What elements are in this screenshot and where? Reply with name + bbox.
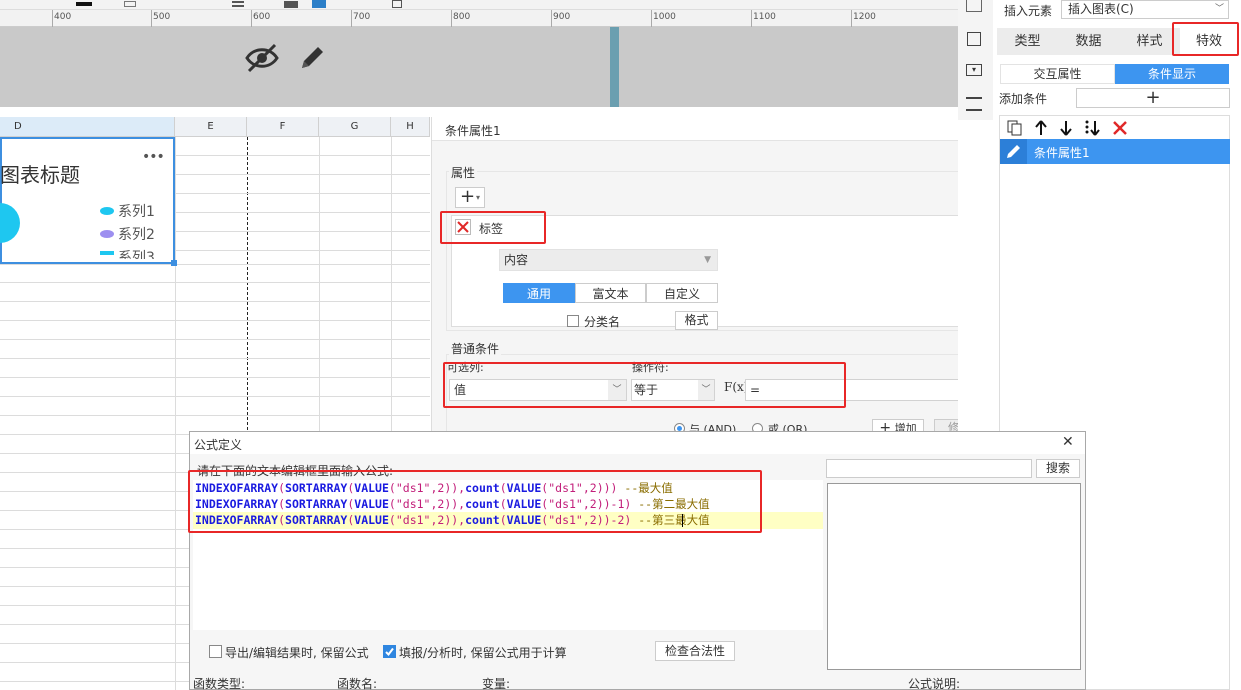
subtab-interaction[interactable]: 交互属性 <box>1000 64 1115 84</box>
tab-style[interactable]: 样式 <box>1119 28 1180 55</box>
function-name-label: 函数名: <box>337 677 378 690</box>
ruler-label: 1100 <box>753 12 776 22</box>
variable-label: 变量: <box>482 677 511 690</box>
column-header-d[interactable]: D <box>0 117 175 137</box>
attribute-label: 属性 <box>449 164 478 181</box>
ruler-label: 700 <box>353 12 371 22</box>
add-attribute-button[interactable]: + ▾ <box>455 187 485 208</box>
resize-handle[interactable] <box>171 260 177 266</box>
condition-item-label: 条件属性1 <box>1034 146 1090 160</box>
export-keep-formula-label: 导出/编辑结果时, 保留公式 <box>225 646 369 660</box>
highlight-box <box>443 362 846 408</box>
legend-swatch <box>100 207 114 215</box>
image-icon[interactable] <box>312 0 326 8</box>
float-element-icon[interactable] <box>967 32 981 46</box>
formula-description-label: 公式说明: <box>908 677 961 690</box>
align-icon[interactable] <box>232 1 244 7</box>
highlight-box <box>1172 22 1239 56</box>
ruler-label: 800 <box>453 12 471 22</box>
tab-data[interactable]: 数据 <box>1058 28 1119 55</box>
move-bottom-icon[interactable] <box>1084 119 1102 140</box>
copy-icon[interactable] <box>1007 120 1023 139</box>
general-condition-label: 普通条件 <box>449 340 502 357</box>
tab-rich-text[interactable]: 富文本 <box>575 283 646 303</box>
content-select[interactable]: 内容 ▼ <box>499 249 718 271</box>
category-checkbox-label: 分类名 <box>584 315 621 329</box>
check-validity-button[interactable]: 检查合法性 <box>655 641 735 661</box>
insert-element-label: 插入元素 <box>1004 4 1053 18</box>
ruler-label: 400 <box>54 12 72 22</box>
fill-keep-formula-label: 填报/分析时, 保留公式用于计算 <box>399 646 567 660</box>
text-color-swatch[interactable] <box>76 2 92 6</box>
ruler-label: 500 <box>153 12 171 22</box>
pie-slice <box>0 203 20 243</box>
close-icon[interactable]: ✕ <box>1062 434 1074 450</box>
arrow-down-icon[interactable] <box>1059 120 1073 139</box>
cell-element-icon[interactable] <box>966 0 982 12</box>
tab-type[interactable]: 类型 <box>997 28 1058 55</box>
category-checkbox[interactable] <box>567 315 579 327</box>
subtab-condition-display[interactable]: 条件显示 <box>1115 64 1229 84</box>
arrow-up-icon[interactable] <box>1034 120 1048 139</box>
horizontal-ruler: 400 500 600 700 800 900 1000 1100 1200 <box>0 10 958 27</box>
side-icon-column: ▾ <box>958 0 993 120</box>
dialog-titlebar <box>190 432 1085 454</box>
function-search-input[interactable] <box>826 459 1032 478</box>
condition-title: 条件属性1 <box>445 124 501 138</box>
legend-item: 系列2 <box>118 227 155 243</box>
chart-title: 图表标题 <box>0 163 80 187</box>
add-condition-button[interactable]: + <box>1076 88 1230 108</box>
layout-icon[interactable] <box>966 97 982 111</box>
chart-widget[interactable]: 图表标题 ••• 系列1 系列2 系列3 <box>0 137 175 264</box>
format-button[interactable]: 格式 <box>675 311 718 330</box>
chevron-down-icon: ﹀ <box>1214 4 1224 14</box>
export-keep-formula-checkbox[interactable] <box>209 645 222 658</box>
function-type-label: 函数类型: <box>193 677 246 690</box>
column-header-f[interactable]: F <box>247 117 319 137</box>
bar-chart-icon[interactable] <box>284 1 298 8</box>
eye-off-icon[interactable] <box>244 42 280 77</box>
search-button[interactable]: 搜索 <box>1036 459 1080 478</box>
highlight-box <box>440 211 546 244</box>
edit-icon[interactable] <box>1000 139 1027 164</box>
dropdown-arrow-icon: ▾ <box>476 193 481 202</box>
ruler-label: 900 <box>553 12 571 22</box>
tab-general[interactable]: 通用 <box>503 283 575 303</box>
column-header-g[interactable]: G <box>319 117 391 137</box>
delete-icon[interactable] <box>1112 120 1128 139</box>
ruler-label: 1200 <box>853 12 876 22</box>
ruler-label: 600 <box>253 12 271 22</box>
legend-swatch <box>100 230 114 238</box>
canvas-divider <box>610 27 619 107</box>
add-condition-label: 添加条件 <box>999 92 1048 106</box>
pencil-icon[interactable] <box>296 42 328 77</box>
chart-menu-icon[interactable]: ••• <box>142 149 165 165</box>
legend-swatch <box>100 251 114 255</box>
fill-keep-formula-checkbox[interactable] <box>383 645 396 658</box>
legend-item: 系列3 <box>118 250 155 259</box>
column-header-h[interactable]: H <box>391 117 430 137</box>
canvas-area <box>0 27 958 107</box>
insert-chart-select[interactable]: 插入图表(C) ﹀ <box>1061 0 1229 19</box>
dropdown-arrow-icon: ▼ <box>704 255 711 265</box>
function-list[interactable] <box>827 483 1081 670</box>
dialog-title: 公式定义 <box>194 438 243 452</box>
legend-item: 系列1 <box>118 204 155 220</box>
ruler-label: 1000 <box>653 12 676 22</box>
shape-icon[interactable] <box>392 0 402 8</box>
column-header-e[interactable]: E <box>175 117 247 137</box>
border-icon[interactable] <box>124 1 136 7</box>
top-toolbar <box>0 0 958 10</box>
widget-icon[interactable]: ▾ <box>966 64 982 76</box>
tab-custom[interactable]: 自定义 <box>646 283 718 303</box>
highlight-box <box>188 470 762 533</box>
